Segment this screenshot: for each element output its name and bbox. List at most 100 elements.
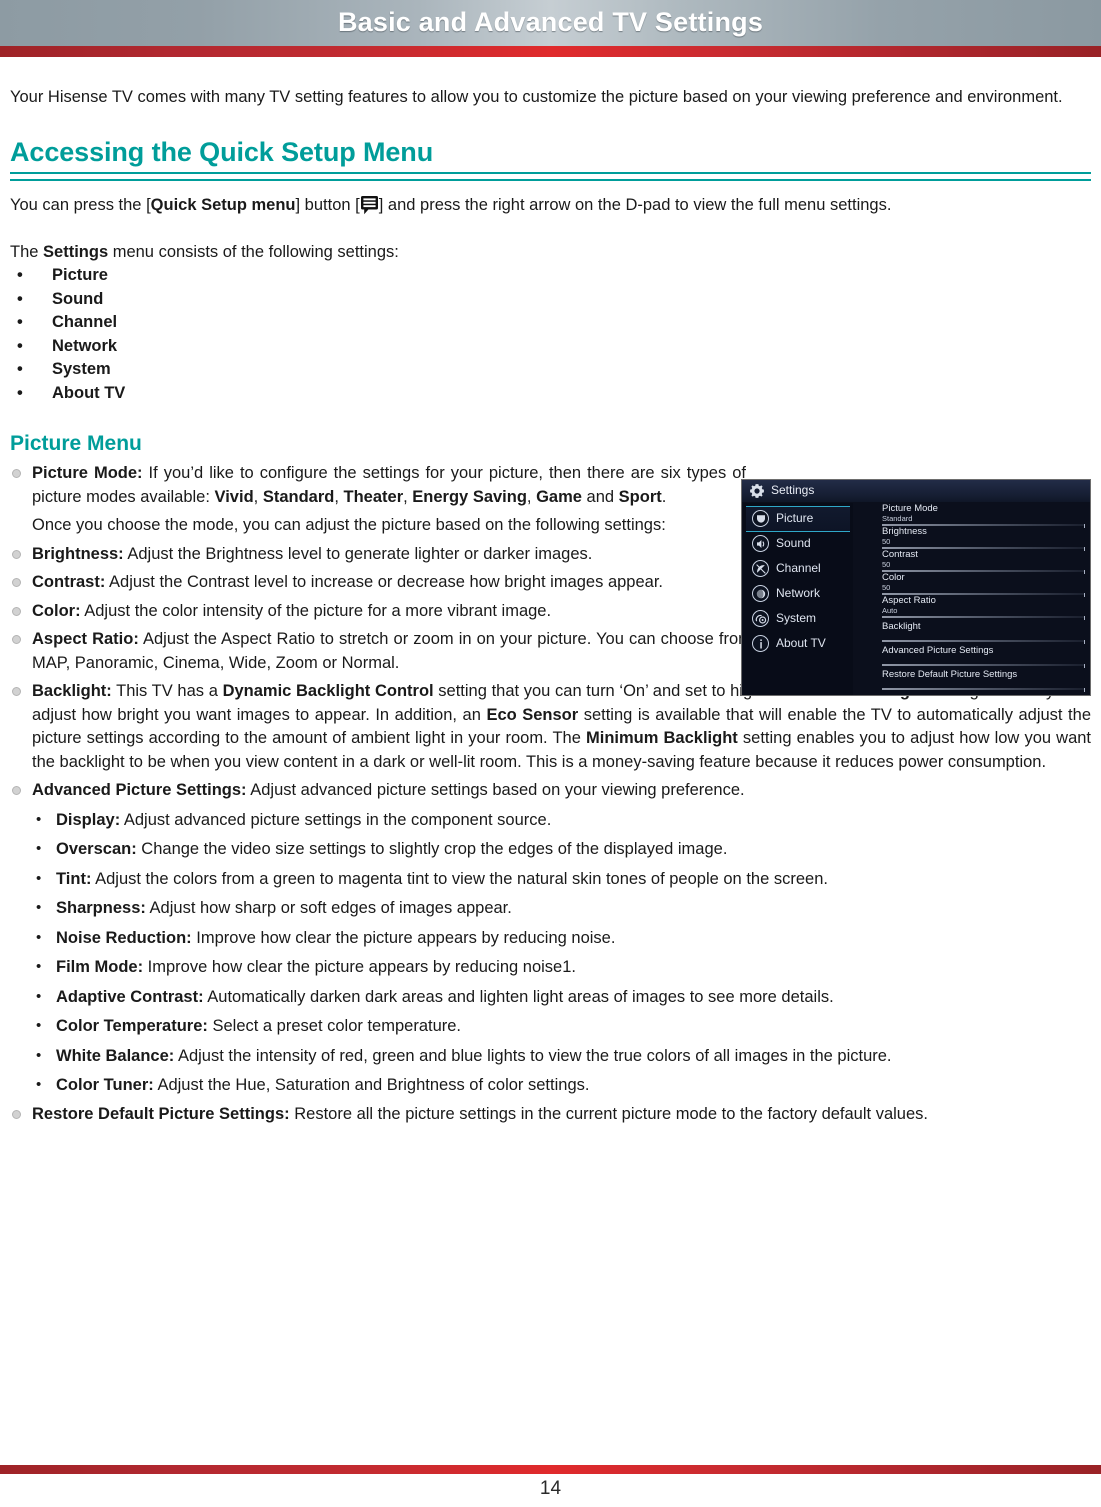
tint-text: Adjust the colors from a green to magent… xyxy=(91,869,828,888)
settings-items-list: • Picture • Sound • Channel • Network • Syste… xyxy=(10,264,1091,405)
sharpness-label: Sharpness: xyxy=(56,899,146,917)
once-you-choose-paragraph: Once you choose the mode, you can adjust… xyxy=(32,516,666,534)
info-icon xyxy=(752,635,769,652)
picture-mode-vivid: Vivid xyxy=(214,487,254,506)
settings-intro-part1: The xyxy=(10,243,44,261)
tv-sidebar-item-picture[interactable]: Picture xyxy=(746,507,850,532)
tv-row-backlight[interactable]: Backlight xyxy=(882,621,1082,632)
tv-separator-tick xyxy=(1084,616,1085,620)
list-item: • Network xyxy=(10,335,1091,359)
tv-settings-rows: Picture Mode Standard Brightness 50 Cont… xyxy=(882,503,1090,695)
tv-sidebar-label: Sound xyxy=(776,536,811,550)
system-gear-icon xyxy=(752,610,769,627)
tv-row-label: Restore Default Picture Settings xyxy=(882,669,1018,680)
section-heading-divider xyxy=(10,172,1091,181)
footer-red-rule xyxy=(0,1465,1101,1474)
restore-label: Restore Default Picture Settings: xyxy=(32,1104,290,1123)
bullet-dot: • xyxy=(17,289,23,308)
picture-mode-label: Picture Mode: xyxy=(32,464,143,482)
backlight-b1-dynamic-backlight-control: Dynamic Backlight Control xyxy=(222,682,434,700)
white-balance-text: Adjust the intensity of red, green and b… xyxy=(174,1046,892,1065)
sub-bullet-film-mode: Film Mode: Improve how clear the picture… xyxy=(10,955,1091,980)
settings-item-network: Network xyxy=(52,336,118,355)
sub-bullet-noise-reduction: Noise Reduction: Improve how clear the p… xyxy=(10,926,1091,951)
tv-row-label: Backlight xyxy=(882,621,921,632)
tv-sidebar-label: Network xyxy=(776,586,821,600)
tv-row-label: Aspect Ratio xyxy=(882,595,936,606)
film-mode-text: Improve how clear the picture appears by… xyxy=(143,958,576,976)
tv-sidebar-label: Channel xyxy=(776,561,821,575)
bullet-dot: • xyxy=(17,383,23,402)
settings-intro-bold: Settings xyxy=(43,243,109,261)
picture-mode-period: . xyxy=(661,487,667,506)
tv-row-advanced-picture-settings[interactable]: Advanced Picture Settings xyxy=(882,645,1082,656)
adaptive-contrast-label: Adaptive Contrast: xyxy=(56,987,204,1006)
tv-separator-tick xyxy=(1084,688,1085,692)
advanced-text: Adjust advanced picture settings based o… xyxy=(246,781,745,799)
color-tuner-label: Color Tuner: xyxy=(56,1076,154,1094)
tv-row-contrast[interactable]: Contrast 50 xyxy=(882,549,1082,569)
bullet-restore-default-picture-settings: Restore Default Picture Settings: Restor… xyxy=(10,1103,1091,1127)
tv-row-picture-mode[interactable]: Picture Mode Standard xyxy=(882,503,1082,523)
tv-sidebar-item-about-tv[interactable]: About TV xyxy=(746,632,850,656)
sub-bullet-sharpness: Sharpness: Adjust how sharp or soft edge… xyxy=(10,896,1091,921)
settings-item-picture: Picture xyxy=(52,266,108,284)
list-item: • System xyxy=(10,358,1091,382)
white-balance-label: White Balance: xyxy=(56,1046,175,1065)
bullet-picture-mode: Picture Mode: If you’d like to configure… xyxy=(10,462,746,509)
list-item: • Sound xyxy=(10,288,1091,312)
sub-bullet-color-temperature: Color Temperature: Select a preset color… xyxy=(10,1014,1091,1039)
tv-sidebar-item-system[interactable]: System xyxy=(746,607,850,631)
sub-bullet-white-balance: White Balance: Adjust the intensity of r… xyxy=(10,1044,1091,1069)
adaptive-contrast-text: Automatically darken dark areas and ligh… xyxy=(203,987,834,1006)
press-line-part3: ] and press the right arrow on the D-pad… xyxy=(378,196,892,214)
tv-sidebar-item-channel[interactable]: Channel xyxy=(746,557,850,581)
tv-row-brightness[interactable]: Brightness 50 xyxy=(882,526,1082,546)
display-label: Display: xyxy=(56,810,121,829)
backlight-b4-minimum-backlight: Minimum Backlight xyxy=(586,729,738,747)
settings-item-sound: Sound xyxy=(52,289,104,308)
tv-sidebar-item-sound[interactable]: Sound xyxy=(746,532,850,556)
color-label: Color: xyxy=(32,601,81,620)
noise-reduction-label: Noise Reduction: xyxy=(56,928,192,947)
press-quick-setup-paragraph: You can press the [Quick Setup menu] but… xyxy=(10,194,1091,217)
tv-separator-tick xyxy=(1084,593,1085,597)
quick-setup-menu-icon xyxy=(360,195,379,215)
list-item: • Picture xyxy=(10,264,1091,288)
header-red-rule xyxy=(0,46,1101,57)
tv-sidebar-item-network[interactable]: Network xyxy=(746,582,850,606)
backlight-label: Backlight: xyxy=(32,682,112,700)
tint-label: Tint: xyxy=(56,869,92,888)
restore-text: Restore all the picture settings in the … xyxy=(289,1104,928,1123)
backlight-b3-eco-sensor: Eco Sensor xyxy=(486,705,579,724)
picture-mode-theater: Theater xyxy=(343,487,404,506)
tv-row-separator xyxy=(882,616,1085,620)
list-item: • Channel xyxy=(10,311,1091,335)
settings-item-system: System xyxy=(52,360,111,378)
network-icon xyxy=(752,585,769,602)
tv-row-restore-default-picture-settings[interactable]: Restore Default Picture Settings xyxy=(882,669,1082,680)
film-mode-label: Film Mode: xyxy=(56,958,144,976)
list-item: • About TV xyxy=(10,382,1091,406)
overscan-label: Overscan: xyxy=(56,840,137,858)
tv-row-value: 50 xyxy=(882,583,891,592)
settings-intro-part2: menu consists of the following settings: xyxy=(108,243,399,261)
sub-bullet-display: Display: Adjust advanced picture setting… xyxy=(10,808,1091,833)
picture-mode-energy-saving: Energy Saving xyxy=(412,487,527,506)
tv-row-label: Advanced Picture Settings xyxy=(882,645,994,656)
sub-bullet-tint: Tint: Adjust the colors from a green to … xyxy=(10,867,1091,892)
tv-separator-tick xyxy=(1084,547,1085,551)
settings-item-about-tv: About TV xyxy=(52,383,126,402)
color-temperature-text: Select a preset color temperature. xyxy=(207,1017,462,1035)
settings-item-channel: Channel xyxy=(52,313,118,331)
color-tuner-text: Adjust the Hue, Saturation and Brightnes… xyxy=(153,1076,590,1094)
tv-settings-screenshot: Settings Picture Sound Channel Network S… xyxy=(741,479,1091,696)
page-title: Basic and Advanced TV Settings xyxy=(337,7,764,37)
page-number: 14 xyxy=(539,1478,562,1499)
noise-reduction-text: Improve how clear the picture appears by… xyxy=(191,928,616,947)
tv-row-label: Brightness xyxy=(882,526,927,537)
brightness-label: Brightness: xyxy=(32,544,124,563)
tv-row-color[interactable]: Color 50 xyxy=(882,572,1082,592)
tv-row-aspect-ratio[interactable]: Aspect Ratio Auto xyxy=(882,595,1082,615)
bullet-contrast: Contrast: Adjust the Contrast level to i… xyxy=(10,571,746,595)
